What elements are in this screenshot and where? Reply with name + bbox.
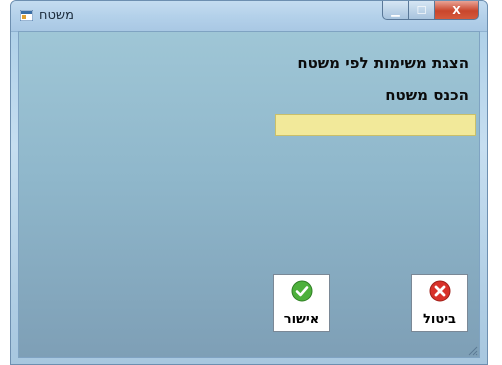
cancel-button[interactable]: ביטול [411, 274, 468, 332]
maximize-icon: ☐ [416, 3, 427, 17]
pallet-input[interactable] [275, 114, 476, 136]
close-button[interactable]: X [435, 1, 479, 20]
title-bar[interactable]: משטח ▁ ☐ X [11, 1, 487, 32]
minimize-icon: ▁ [391, 3, 400, 17]
red-x-icon [429, 280, 450, 302]
form-icon [20, 10, 33, 21]
close-icon: X [452, 3, 461, 17]
resize-grip-icon[interactable] [466, 344, 478, 356]
maximize-button[interactable]: ☐ [409, 1, 435, 20]
ok-button[interactable]: אישור [273, 274, 330, 332]
dialog-window: משטח ▁ ☐ X הצגת משימות לפי משטח הכנס משט… [10, 0, 488, 365]
window-title: משטח [39, 8, 74, 23]
cancel-button-label: ביטול [423, 312, 456, 327]
form-heading: הצגת משימות לפי משטח [297, 54, 469, 72]
pallet-prompt-label: הכנס משטח [385, 86, 469, 104]
caption-buttons: ▁ ☐ X [382, 1, 479, 21]
green-check-icon [291, 280, 312, 302]
minimize-button[interactable]: ▁ [382, 1, 409, 20]
form-client-area: הצגת משימות לפי משטח הכנס משטח אישור ביט… [18, 31, 480, 358]
ok-button-label: אישור [283, 312, 320, 327]
